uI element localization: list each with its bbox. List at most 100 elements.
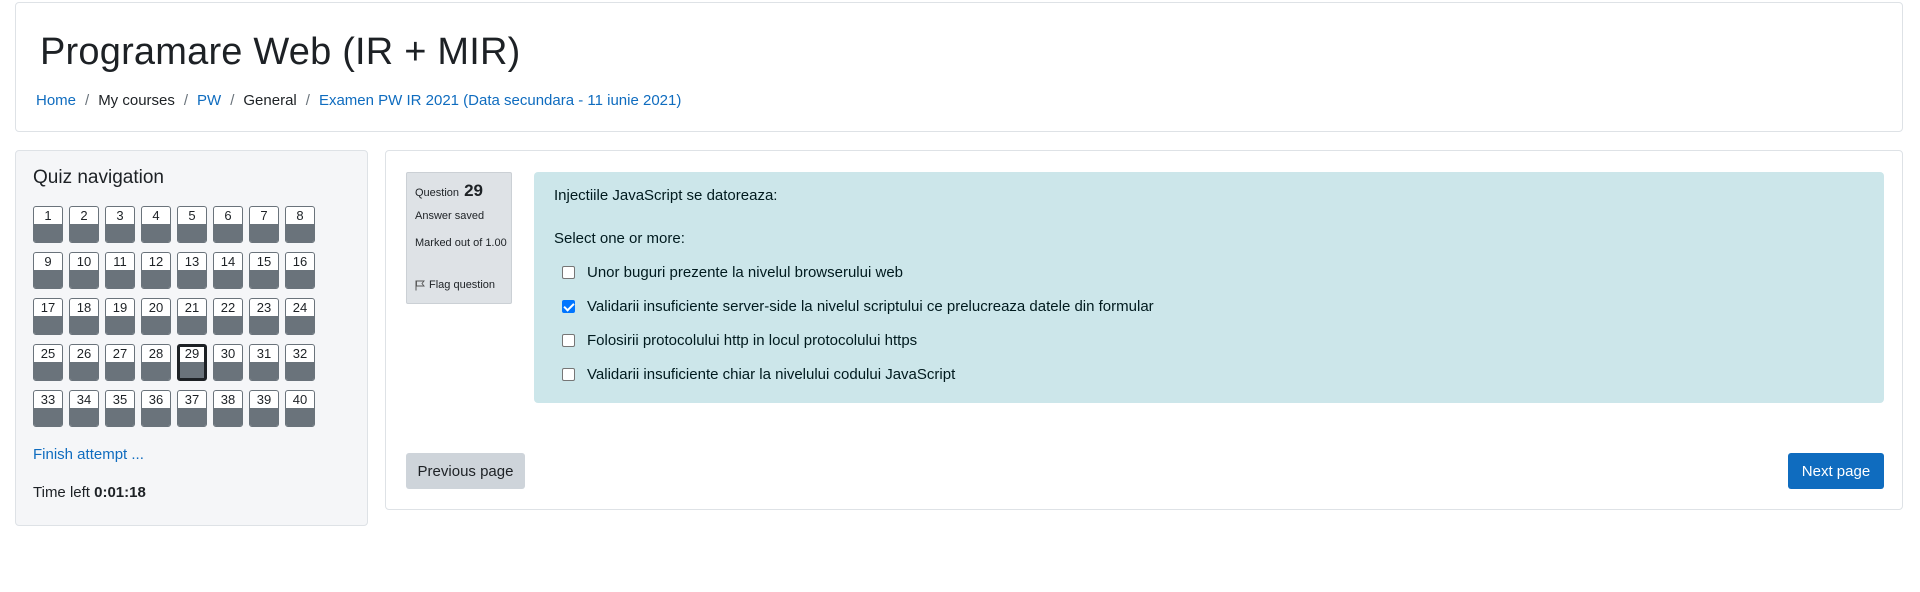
quiz-nav-number: 9: [44, 254, 52, 269]
answer-saved-indicator: [70, 408, 98, 426]
quiz-nav-button-11[interactable]: 11: [105, 252, 135, 289]
quiz-nav-button-21[interactable]: 21: [177, 298, 207, 335]
quiz-nav-number: 35: [112, 392, 128, 407]
flag-question-button[interactable]: Flag question: [415, 279, 495, 291]
answer-saved-indicator: [214, 224, 242, 242]
answer-saved-indicator: [178, 224, 206, 242]
answer-option: Validarii insuficiente chiar la nivelulu…: [562, 357, 1154, 391]
answer-label[interactable]: Unor buguri prezente la nivelul browseru…: [587, 264, 903, 281]
quiz-nav-button-40[interactable]: 40: [285, 390, 315, 427]
quiz-nav-button-34[interactable]: 34: [69, 390, 99, 427]
answer-label[interactable]: Validarii insuficiente chiar la nivelulu…: [587, 366, 955, 383]
answer-label[interactable]: Folosirii protocolului http in locul pro…: [587, 332, 917, 349]
breadcrumb-general: General: [243, 92, 297, 109]
quiz-nav-button-36[interactable]: 36: [141, 390, 171, 427]
answer-saved-indicator: [250, 316, 278, 334]
quiz-nav-button-12[interactable]: 12: [141, 252, 171, 289]
next-page-button[interactable]: Next page: [1788, 453, 1884, 489]
quiz-nav-button-15[interactable]: 15: [249, 252, 279, 289]
quiz-nav-button-16[interactable]: 16: [285, 252, 315, 289]
quiz-nav-number: 3: [116, 208, 124, 223]
question-state: Answer saved: [415, 210, 485, 222]
quiz-nav-button-5[interactable]: 5: [177, 206, 207, 243]
answer-saved-indicator: [250, 362, 278, 380]
time-left-value: 0:01:18: [94, 484, 146, 501]
answer-saved-indicator: [70, 224, 98, 242]
quiz-nav-button-6[interactable]: 6: [213, 206, 243, 243]
answer-saved-indicator: [286, 224, 314, 242]
quiz-nav-button-37[interactable]: 37: [177, 390, 207, 427]
question-number-value: 29: [464, 181, 484, 200]
quiz-nav-button-23[interactable]: 23: [249, 298, 279, 335]
quiz-nav-number: 1: [44, 208, 52, 223]
answer-saved-indicator: [70, 362, 98, 380]
previous-page-button[interactable]: Previous page: [406, 453, 525, 489]
quiz-nav-button-8[interactable]: 8: [285, 206, 315, 243]
quiz-nav-button-22[interactable]: 22: [213, 298, 243, 335]
answer-label[interactable]: Validarii insuficiente server-side la ni…: [587, 298, 1154, 315]
quiz-navigation-block: Quiz navigation 1 2 3 4 5 6 7 8 9 10 11 12 13 14 15 16 1…: [15, 150, 368, 526]
quiz-nav-button-30[interactable]: 30: [213, 344, 243, 381]
quiz-nav-button-24[interactable]: 24: [285, 298, 315, 335]
quiz-nav-button-38[interactable]: 38: [213, 390, 243, 427]
answer-checkbox[interactable]: [562, 299, 575, 313]
quiz-nav-number: 8: [296, 208, 304, 223]
quiz-nav-number: 19: [112, 300, 128, 315]
quiz-nav-button-25[interactable]: 25: [33, 344, 63, 381]
answer-saved-indicator: [286, 316, 314, 334]
answer-checkbox[interactable]: [562, 265, 575, 279]
question-grade: Marked out of 1.00: [415, 237, 507, 249]
quiz-nav-button-19[interactable]: 19: [105, 298, 135, 335]
answer-saved-indicator: [70, 316, 98, 334]
answer-checkbox[interactable]: [562, 333, 575, 347]
quiz-nav-button-10[interactable]: 10: [69, 252, 99, 289]
quiz-nav-button-31[interactable]: 31: [249, 344, 279, 381]
quiz-nav-button-13[interactable]: 13: [177, 252, 207, 289]
quiz-nav-button-39[interactable]: 39: [249, 390, 279, 427]
answer-saved-indicator: [142, 408, 170, 426]
breadcrumb-pw[interactable]: PW: [197, 92, 221, 109]
quiz-nav-button-18[interactable]: 18: [69, 298, 99, 335]
quiz-nav-button-17[interactable]: 17: [33, 298, 63, 335]
answer-saved-indicator: [250, 270, 278, 288]
quiz-nav-button-32[interactable]: 32: [285, 344, 315, 381]
quiz-nav-button-29[interactable]: 29: [177, 344, 207, 381]
quiz-nav-button-35[interactable]: 35: [105, 390, 135, 427]
quiz-nav-number: 20: [148, 300, 164, 315]
answer-saved-indicator: [214, 270, 242, 288]
quiz-nav-button-2[interactable]: 2: [69, 206, 99, 243]
quiz-nav-button-1[interactable]: 1: [33, 206, 63, 243]
answer-saved-indicator: [286, 270, 314, 288]
quiz-nav-button-28[interactable]: 28: [141, 344, 171, 381]
answer-saved-indicator: [214, 408, 242, 426]
answer-saved-indicator: [178, 408, 206, 426]
quiz-nav-button-7[interactable]: 7: [249, 206, 279, 243]
quiz-nav-button-9[interactable]: 9: [33, 252, 63, 289]
answer-prompt: Select one or more:: [554, 230, 685, 247]
question-info: Question 29 Answer saved Marked out of 1…: [406, 172, 512, 304]
breadcrumb-home[interactable]: Home: [36, 92, 76, 109]
answer-saved-indicator: [34, 362, 62, 380]
quiz-nav-number: 28: [148, 346, 164, 361]
quiz-nav-number: 15: [256, 254, 272, 269]
quiz-nav-number: 21: [184, 300, 200, 315]
quiz-nav-button-33[interactable]: 33: [33, 390, 63, 427]
answer-saved-indicator: [214, 316, 242, 334]
quiz-nav-number: 29: [184, 346, 200, 361]
breadcrumb: Home / My courses / PW / General / Exame…: [36, 92, 681, 109]
answer-list: Unor buguri prezente la nivelul browseru…: [562, 255, 1154, 391]
quiz-nav-button-3[interactable]: 3: [105, 206, 135, 243]
finish-attempt-link[interactable]: Finish attempt ...: [33, 446, 144, 463]
answer-checkbox[interactable]: [562, 367, 575, 381]
breadcrumb-separator: /: [85, 92, 90, 109]
quiz-nav-button-27[interactable]: 27: [105, 344, 135, 381]
quiz-nav-button-14[interactable]: 14: [213, 252, 243, 289]
answer-option: Unor buguri prezente la nivelul browseru…: [562, 255, 1154, 289]
time-left-label: Time left: [33, 484, 90, 501]
answer-saved-indicator: [70, 270, 98, 288]
quiz-nav-button-26[interactable]: 26: [69, 344, 99, 381]
quiz-nav-button-4[interactable]: 4: [141, 206, 171, 243]
breadcrumb-exam[interactable]: Examen PW IR 2021 (Data secundara - 11 i…: [319, 92, 681, 109]
quiz-nav-button-20[interactable]: 20: [141, 298, 171, 335]
breadcrumb-separator: /: [230, 92, 235, 109]
